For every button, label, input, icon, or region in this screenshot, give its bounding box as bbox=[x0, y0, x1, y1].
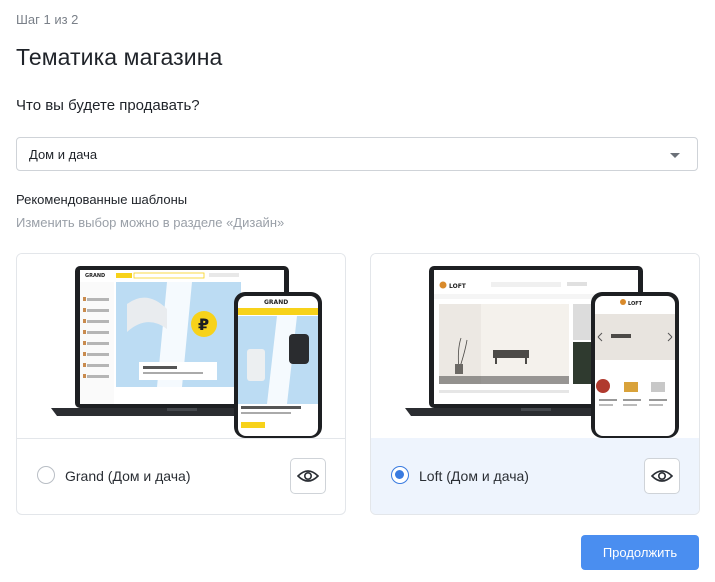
template-card-grand[interactable]: GRAND ₽ GRAND Grand (Дом и дача) bbox=[16, 253, 346, 515]
template-label-grand: Grand (Дом и дача) bbox=[65, 468, 191, 484]
grand-laptop-logo: GRAND bbox=[85, 273, 105, 279]
chevron-down-icon bbox=[670, 153, 680, 158]
eye-icon bbox=[651, 470, 673, 482]
template-preview-loft: LOFT LOFT bbox=[371, 254, 699, 439]
template-label-loft: Loft (Дом и дача) bbox=[419, 468, 529, 484]
category-select[interactable]: Дом и дача bbox=[16, 137, 698, 171]
recommended-title: Рекомендованные шаблоны bbox=[16, 192, 188, 207]
template-radio-loft[interactable] bbox=[391, 466, 409, 484]
loft-phone-logo: LOFT bbox=[628, 301, 643, 307]
template-preview-grand: GRAND ₽ GRAND bbox=[17, 254, 345, 439]
template-radio-grand[interactable] bbox=[37, 466, 55, 484]
grand-banner-currency: ₽ bbox=[198, 315, 209, 334]
preview-loft-button[interactable] bbox=[644, 458, 680, 494]
loft-preview-image: LOFT LOFT bbox=[405, 266, 679, 438]
grand-preview-image: GRAND ₽ GRAND bbox=[51, 266, 322, 438]
grand-phone-logo: GRAND bbox=[264, 299, 288, 306]
category-select-value: Дом и дача bbox=[29, 147, 98, 162]
page-title: Тематика магазина bbox=[16, 44, 223, 70]
preview-grand-button[interactable] bbox=[290, 458, 326, 494]
question-label: Что вы будете продавать? bbox=[16, 97, 200, 114]
loft-laptop-logo: LOFT bbox=[449, 283, 467, 290]
template-card-loft[interactable]: LOFT LOFT Loft (Дом и дача) bbox=[370, 253, 700, 515]
eye-icon bbox=[297, 470, 319, 482]
step-indicator: Шаг 1 из 2 bbox=[16, 12, 79, 27]
recommended-subtitle: Изменить выбор можно в разделе «Дизайн» bbox=[16, 215, 285, 230]
template-card-loft-footer: Loft (Дом и дача) bbox=[371, 438, 699, 514]
continue-button[interactable]: Продолжить bbox=[581, 535, 699, 570]
template-card-grand-footer: Grand (Дом и дача) bbox=[17, 438, 345, 514]
